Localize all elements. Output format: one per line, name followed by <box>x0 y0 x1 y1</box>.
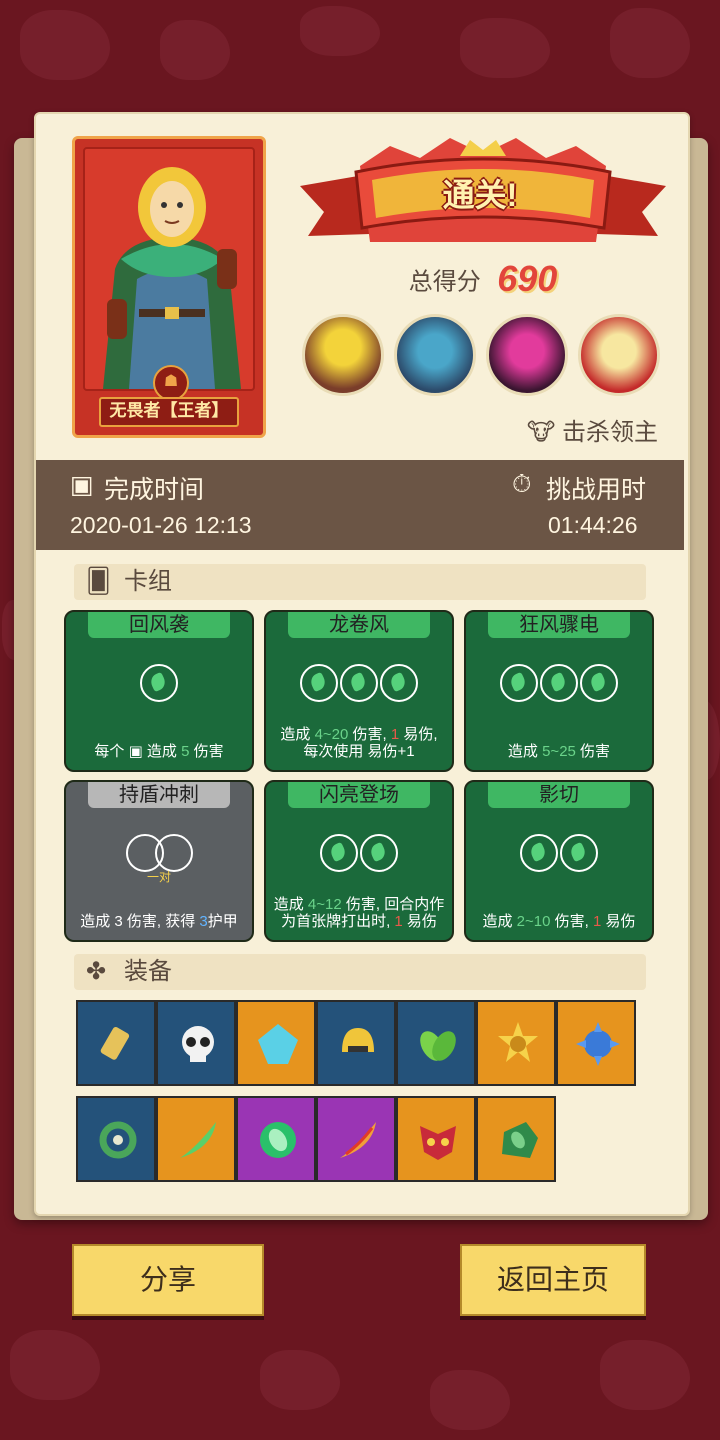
card-description: 造成 4~20 伤害, 1 易伤, 每次使用 易伤+1 <box>280 726 438 760</box>
card-cost <box>266 664 452 704</box>
deck-header-label: 卡组 <box>124 568 172 595</box>
card-title: 影切 <box>488 782 630 808</box>
card-title: 狂风骤电 <box>488 612 630 638</box>
finish-time-value: 2020-01-26 12:13 <box>70 512 252 538</box>
hero-illustration <box>103 167 241 389</box>
leaf-emblem-icon <box>260 1122 296 1158</box>
deck-section-header: 🂠 卡组 <box>74 564 646 600</box>
equip-spiked-orb[interactable] <box>556 1000 636 1086</box>
equipment-row-1 <box>76 1000 646 1088</box>
equip-green-leaves[interactable] <box>396 1000 476 1086</box>
card-title: 持盾冲刺 <box>88 782 230 808</box>
pair-label: 一对 <box>146 870 171 884</box>
banner-title: 通关! <box>442 177 518 213</box>
wind-coin-icon <box>320 834 358 872</box>
home-button[interactable]: 返回主页 <box>460 1244 646 1316</box>
wind-coin-icon <box>500 664 538 702</box>
equipment-header-label: 装备 <box>124 958 172 985</box>
deck-card-4[interactable]: 持盾冲刺 一对 造成 3 伤害, 获得 3护甲 <box>64 780 254 942</box>
wind-coin-icon <box>300 664 338 702</box>
equip-vine-wreath[interactable] <box>76 1096 156 1182</box>
green-leaves-icon <box>420 1031 456 1061</box>
equip-sun-trophy-medal[interactable] <box>476 1000 556 1086</box>
card-description: 造成 4~12 伤害, 回合内作为首张牌打出时, 1 易伤 <box>273 896 445 930</box>
equip-scroll-charm[interactable] <box>76 1000 156 1086</box>
boss-list <box>302 314 662 400</box>
hero-emblem-icon: ☗ <box>153 365 189 401</box>
equip-jade-stone[interactable] <box>476 1096 556 1182</box>
demon-mask-icon <box>420 1126 456 1160</box>
equip-golden-helmet[interactable] <box>316 1000 396 1086</box>
golden-helmet-icon <box>342 1028 374 1052</box>
equipment-row-2 <box>76 1096 566 1184</box>
stopwatch-icon: ⏱ <box>512 470 532 498</box>
card-cost <box>466 834 652 874</box>
boss-avatar-3[interactable] <box>486 314 568 396</box>
wind-coin-icon <box>340 664 378 702</box>
vine-wreath-icon <box>99 1121 137 1159</box>
deck-card-2[interactable]: 龙卷风 造成 4~20 伤害, 1 易伤, 每次使用 易伤+1 <box>264 610 454 772</box>
green-feather-icon <box>180 1122 216 1158</box>
boss-avatar-1[interactable] <box>302 314 384 396</box>
calendar-icon: ▣ <box>70 471 94 499</box>
duration-value: 01:44:26 <box>548 512 638 538</box>
card-description: 造成 5~25 伤害 <box>507 743 611 760</box>
cards-icon: 🂠 <box>86 568 111 595</box>
equipment-section-header: ✤ 装备 <box>74 954 646 990</box>
score-row: 总得分 690 <box>300 258 666 302</box>
spiked-orb-icon <box>576 1022 620 1066</box>
equip-demon-mask[interactable] <box>396 1096 476 1182</box>
kill-boss-label: 🐮 击杀领主 <box>508 412 658 446</box>
fire-feather-icon <box>340 1122 376 1158</box>
hero-portrait <box>83 147 255 391</box>
card-description: 造成 3 伤害, 获得 3护甲 <box>80 913 238 930</box>
scroll-charm-icon <box>100 1026 130 1060</box>
victory-banner: 通关! <box>300 136 666 256</box>
empty-coin-icon <box>154 834 193 872</box>
hero-name: 无畏者【王者】 <box>99 397 239 427</box>
card-title: 龙卷风 <box>288 612 430 638</box>
wind-coin-icon <box>360 834 398 872</box>
propeller-icon: ✤ <box>86 958 107 985</box>
wind-coin-icon <box>540 664 578 702</box>
jade-stone-icon <box>502 1122 538 1158</box>
card-cost <box>266 834 452 874</box>
equip-leaf-emblem[interactable] <box>236 1096 316 1182</box>
equip-crystal-mask[interactable] <box>236 1000 316 1086</box>
wind-coin-icon <box>380 664 418 702</box>
wind-coin-icon <box>520 834 558 872</box>
wind-coin-icon <box>580 664 618 702</box>
card-cost <box>66 664 252 704</box>
duration-label: 挑战用时 <box>546 476 647 504</box>
equip-skull[interactable] <box>156 1000 236 1086</box>
time-band: ▣ 完成时间 2020-01-26 12:13 ⏱ 挑战用时 01:44:26 <box>36 460 684 550</box>
score-value: 690 <box>497 258 558 299</box>
boss-avatar-2[interactable] <box>394 314 476 396</box>
card-title: 闪亮登场 <box>288 782 430 808</box>
deck-card-5[interactable]: 闪亮登场 造成 4~12 伤害, 回合内作为首张牌打出时, 1 易伤 <box>264 780 454 942</box>
equip-fire-feather[interactable] <box>316 1096 396 1182</box>
bull-skull-icon: 🐮 <box>526 419 556 446</box>
skull-icon <box>182 1026 214 1062</box>
deck-card-1[interactable]: 回风袭 每个 ▣ 造成 5 伤害 <box>64 610 254 772</box>
share-button[interactable]: 分享 <box>72 1244 264 1316</box>
boss-avatar-4[interactable] <box>578 314 660 396</box>
card-description: 造成 2~10 伤害, 1 易伤 <box>482 913 636 930</box>
score-label: 总得分 <box>408 268 481 296</box>
deck-card-6[interactable]: 影切 造成 2~10 伤害, 1 易伤 <box>464 780 654 942</box>
finish-time-label: 完成时间 <box>104 476 205 504</box>
crystal-mask-icon <box>258 1024 298 1064</box>
wind-coin-icon <box>140 664 178 702</box>
deck-card-3[interactable]: 狂风骤电 造成 5~25 伤害 <box>464 610 654 772</box>
sun-trophy-medal-icon <box>498 1022 538 1062</box>
card-title: 回风袭 <box>88 612 230 638</box>
card-cost <box>466 664 652 704</box>
wind-coin-icon <box>560 834 598 872</box>
equip-green-feather[interactable] <box>156 1096 236 1182</box>
hero-card: ☗ 无畏者【王者】 <box>72 136 266 438</box>
kill-boss-text: 击杀领主 <box>562 419 658 446</box>
card-description: 每个 ▣ 造成 5 伤害 <box>94 743 224 760</box>
